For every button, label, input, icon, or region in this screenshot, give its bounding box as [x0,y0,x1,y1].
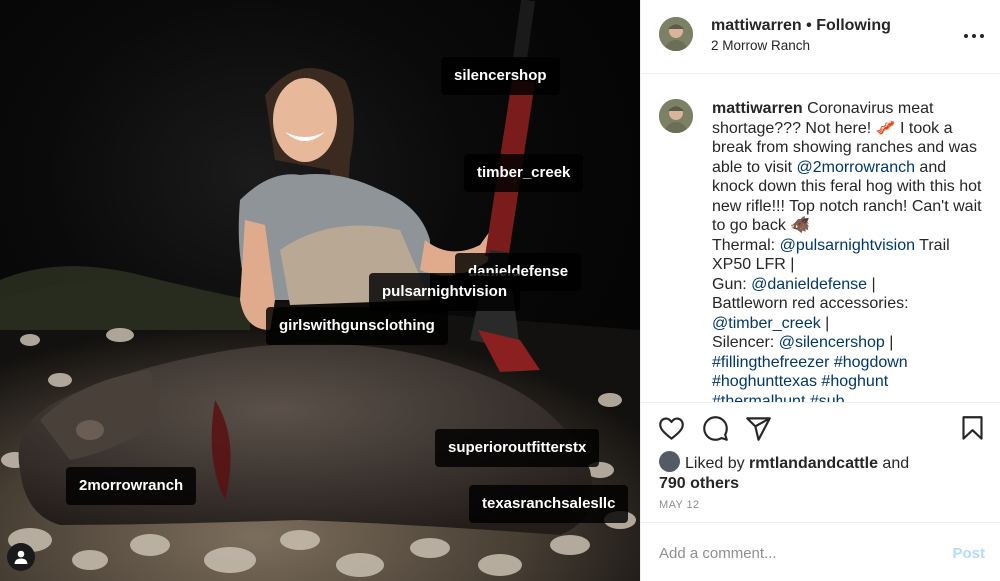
action-bar: Liked by rmtlandandcattle and 790 others… [641,402,1000,522]
liker-username[interactable]: rmtlandandcattle [749,455,878,472]
bookmark-icon[interactable] [959,415,986,442]
photo-tag-pulsarnightvision[interactable]: pulsarnightvision [369,273,521,311]
heart-icon[interactable] [658,415,685,442]
caption-author-avatar[interactable] [659,99,693,133]
liker-avatar[interactable] [659,451,680,472]
caption-text: Battleworn red accessories: [712,295,909,312]
caption-text: Gun: [712,275,752,293]
mention-timber-creek[interactable]: @timber_creek [712,315,821,332]
likes-others-link[interactable]: 790 others [659,474,909,494]
caption-text: | [884,334,894,351]
caption-text: | [820,314,830,332]
post-caption: mattiwarren Coronavirus meat shortage???… [712,99,984,402]
author-avatar[interactable] [659,17,693,51]
hashtags-line-3[interactable]: #thermalhunt #sub [712,393,845,403]
mention-danieldefense[interactable]: @danieldefense [751,276,867,293]
person-glyph-icon [14,550,28,564]
likes-summary: Liked by rmtlandandcattle and 790 others [659,451,909,493]
comments-scroll-area[interactable]: mattiwarren Coronavirus meat shortage???… [641,74,1000,402]
avatar-image [659,99,693,133]
mention-silencershop[interactable]: @silencershop [779,334,885,351]
photo-tag-superioroutfitterstx[interactable]: superioroutfitterstx [435,429,600,467]
comment-input[interactable]: Add a comment... [659,545,777,562]
hashtags-line-1[interactable]: #fillingthefreezer #hogdown [712,354,908,371]
more-icon[interactable] [964,26,984,46]
mention-pulsarnightvision[interactable]: @pulsarnightvision [780,237,915,254]
photo-tag-2morrowranch[interactable]: 2morrowranch [66,467,197,505]
caption-text: | [867,275,876,293]
post-location[interactable]: 2 Morrow Ranch [711,38,810,53]
caption-text: Thermal: [712,236,780,254]
hashtags-line-2[interactable]: #hoghunttexas #hoghunt [712,373,888,390]
more-dot [980,34,984,38]
post-photo[interactable]: silencershop timber_creek danieldefense … [0,0,640,581]
more-dot [964,34,968,38]
avatar-image [659,17,693,51]
photo-tag-girlswithgunsclothing[interactable]: girlswithgunsclothing [266,307,448,345]
likes-and: and [877,455,910,472]
more-dot [972,34,976,38]
post-date[interactable]: MAY 12 [659,499,700,511]
photo-tag-texasranchsalesllc[interactable]: texasranchsalesllc [469,485,629,523]
post-panel: mattiwarren • Following 2 Morrow Ranch m… [640,0,1000,581]
post-comment-button[interactable]: Post [952,545,985,562]
add-comment-bar: Add a comment... Post [641,522,1000,581]
header-username-row: mattiwarren • Following [711,17,891,35]
comment-icon[interactable] [702,415,729,442]
post-header: mattiwarren • Following 2 Morrow Ranch [641,0,1000,74]
mention-2morrowranch[interactable]: @2morrowranch [796,159,915,176]
header-separator: • [806,17,812,34]
follow-status-button[interactable]: Following [816,17,891,34]
caption-text: Silencer: [712,334,779,351]
header-username[interactable]: mattiwarren [711,17,802,34]
share-icon[interactable] [745,415,772,442]
tagged-user-icon[interactable] [7,543,35,571]
likes-prefix: Liked by [685,455,750,472]
photo-tag-silencershop[interactable]: silencershop [441,57,560,95]
caption-username[interactable]: mattiwarren [712,100,803,117]
photo-tag-timber-creek[interactable]: timber_creek [464,154,584,192]
